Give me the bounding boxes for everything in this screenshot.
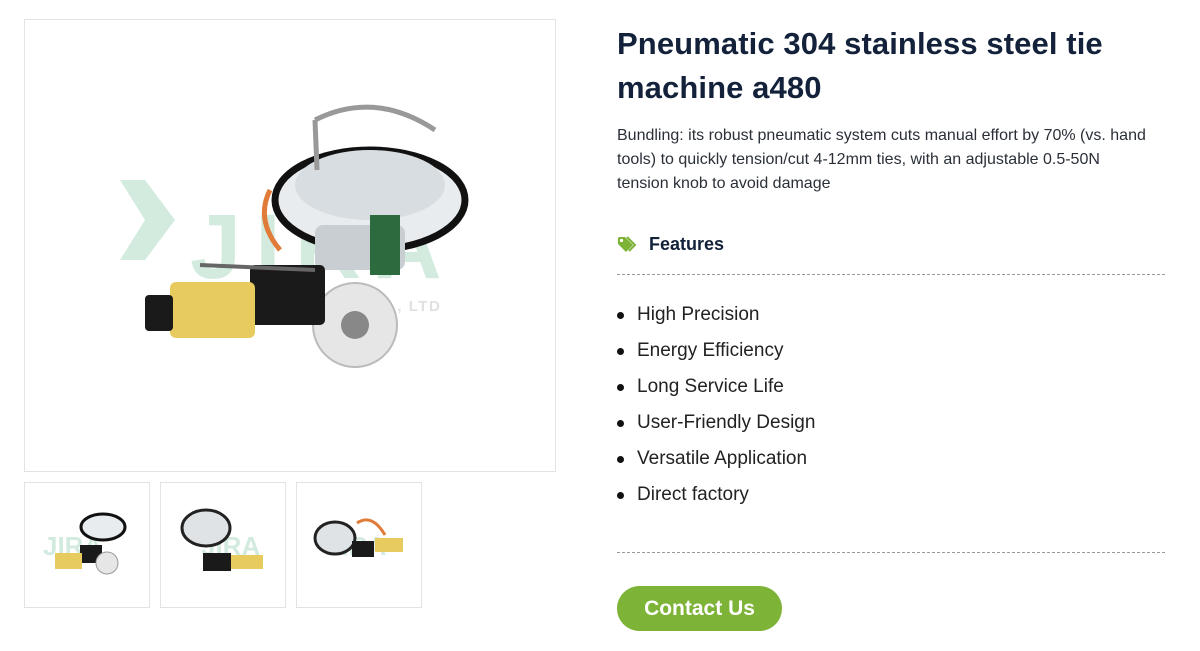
list-item: User-Friendly Design <box>617 405 1165 441</box>
divider <box>617 274 1165 275</box>
feature-text: High Precision <box>637 304 760 325</box>
features-list: High Precision Energy Efficiency Long Se… <box>617 297 1165 513</box>
thumbnail-strip: JIRA JIRA JIRA <box>24 482 422 608</box>
features-heading: Features <box>617 232 1165 256</box>
list-item: High Precision <box>617 297 1165 333</box>
thumbnail-1[interactable]: JIRA <box>24 482 150 608</box>
feature-text: Direct factory <box>637 484 749 505</box>
bullet <box>617 347 624 355</box>
product-info: Pneumatic 304 stainless steel tie machin… <box>617 22 1165 631</box>
bullet <box>617 383 624 391</box>
product-photo: JIRA YUYAO JIRA LINE CO., LTD <box>120 104 469 368</box>
feature-text: Versatile Application <box>637 448 808 469</box>
product-description: Bundling: its robust pneumatic system cu… <box>617 127 1146 192</box>
thumbnail-1-image: JIRA <box>43 512 127 575</box>
thumbnail-2-image: JIRA <box>180 508 263 571</box>
thumbnail-3-image: JIRA <box>313 518 403 561</box>
bullet <box>617 311 624 319</box>
contact-us-button[interactable]: Contact Us <box>617 586 782 631</box>
thumbnail-3[interactable]: JIRA <box>296 482 422 608</box>
feature-text: Energy Efficiency <box>637 340 784 361</box>
thumbnail-2[interactable]: JIRA <box>160 482 286 608</box>
list-item: Energy Efficiency <box>617 333 1165 369</box>
main-product-image: JIRA YUYAO JIRA LINE CO., LTD <box>24 19 556 472</box>
list-item: Long Service Life <box>617 369 1165 405</box>
bullet <box>617 419 624 427</box>
divider <box>617 552 1165 553</box>
product-title: Pneumatic 304 stainless steel tie machin… <box>617 26 1103 105</box>
list-item: Direct factory <box>617 477 1165 513</box>
list-item: Versatile Application <box>617 441 1165 477</box>
bullet <box>617 455 624 463</box>
feature-text: Long Service Life <box>637 376 784 397</box>
bullet <box>617 491 624 499</box>
tags-icon <box>617 234 637 254</box>
feature-text: User-Friendly Design <box>637 412 816 433</box>
features-label: Features <box>649 233 725 254</box>
